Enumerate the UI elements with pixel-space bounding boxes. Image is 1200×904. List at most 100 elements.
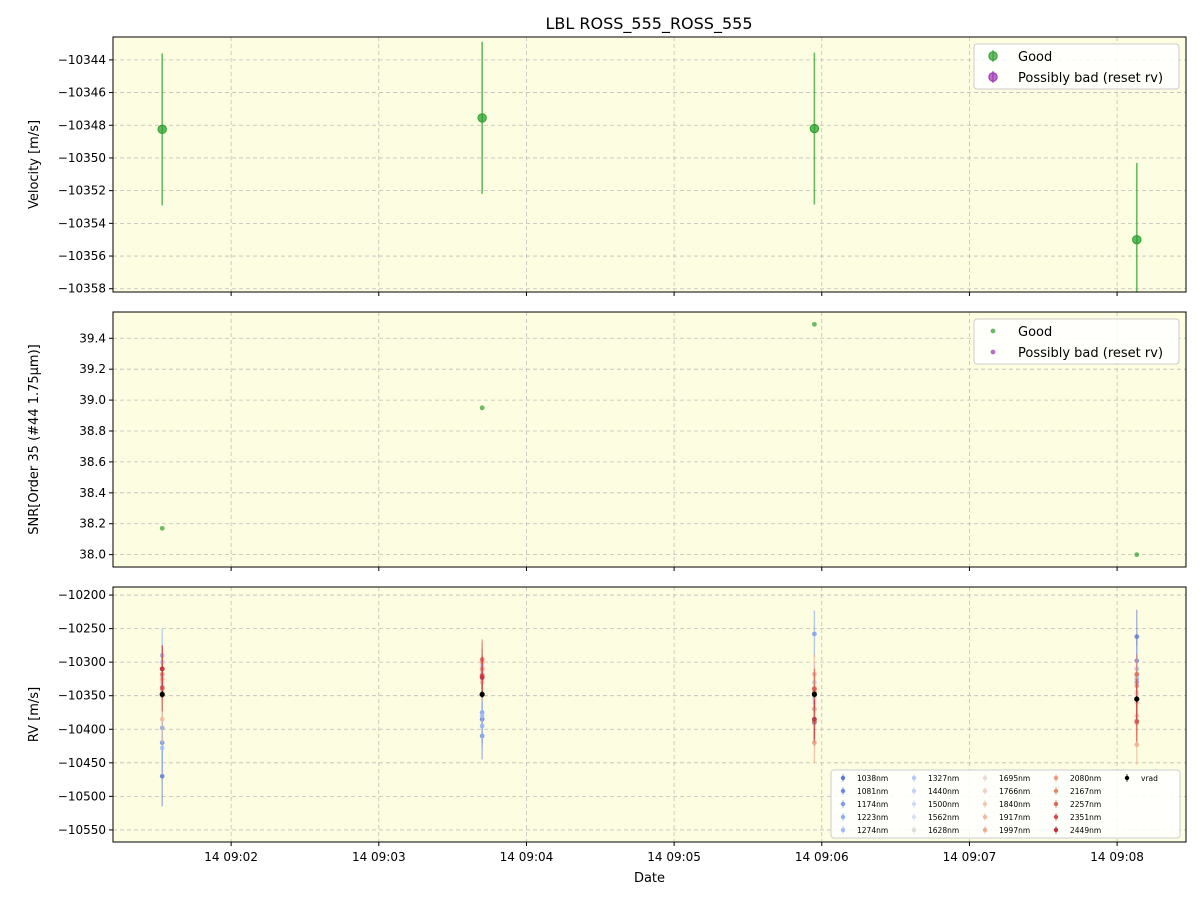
rv-point: [159, 666, 165, 672]
y-axis-label: SNR[Order 35 (#44 1.75μm)]: [27, 344, 42, 535]
legend-swatch: [840, 801, 846, 807]
y-tick-label: 38.8: [79, 424, 106, 438]
y-tick-label: −10550: [58, 823, 106, 837]
y-axis-label: RV [m/s]: [27, 687, 42, 742]
legend-swatch: [911, 814, 917, 820]
snr-point: [811, 321, 817, 327]
y-tick-label: −10400: [58, 722, 106, 736]
snr-point: [159, 525, 165, 531]
y-tick-label: −10350: [58, 151, 106, 165]
x-tick-label: 14 09:04: [500, 850, 554, 864]
legend-label: 1174nm: [857, 800, 888, 809]
legend-swatch: [1124, 775, 1130, 781]
legend-swatch: [840, 827, 846, 833]
legend-swatch: [840, 788, 846, 794]
legend-swatch: [1053, 827, 1059, 833]
legend-label: 1500nm: [928, 800, 959, 809]
y-tick-label: 38.2: [79, 517, 106, 531]
rv-panel: 14 09:02 14 09:03 14 09:04 14 09:05 14 09:06…: [27, 586, 1187, 886]
legend-swatch: [982, 827, 988, 833]
rv-point: [159, 691, 165, 697]
legend-label: 1840nm: [999, 800, 1030, 809]
x-axis-label: Date: [634, 871, 665, 886]
rv-point: [479, 675, 485, 680]
legend-swatch: [840, 775, 846, 781]
legend-label: 1562nm: [928, 813, 959, 822]
figure-title: LBL ROSS_555_ROSS_555: [545, 14, 752, 34]
x-tick-label: 14 09:02: [204, 850, 258, 864]
legend-swatch: [840, 814, 846, 820]
y-tick-label: 39.4: [79, 331, 106, 345]
rv-point: [811, 691, 817, 697]
y-tick-label: −10358: [58, 282, 106, 296]
x-tick-label: 14 09:08: [1090, 850, 1144, 864]
snr-point: [479, 405, 485, 411]
y-tick-label: 38.4: [79, 486, 106, 500]
y-tick-label: −10250: [58, 622, 106, 636]
legend-swatch: [911, 775, 917, 781]
legend-label: 1274nm: [857, 826, 888, 835]
rv-point: [811, 631, 817, 637]
y-tick-label: 38.6: [79, 455, 106, 469]
legend-swatch: [982, 788, 988, 794]
velocity-point: [1132, 234, 1142, 245]
legend-label: 1081nm: [857, 787, 888, 796]
y-tick-label: −10344: [58, 53, 106, 67]
y-tick-label: −10450: [58, 756, 106, 770]
legend-label: 1038nm: [857, 774, 888, 783]
snr-panel: 38.0 38.2 38.4 38.6 38.8 39.0 39.2 39.4 SNR[Orde…: [27, 311, 1187, 571]
y-tick-label: −10200: [58, 588, 106, 602]
legend-swatch: [990, 328, 996, 334]
snr-point: [1134, 552, 1140, 558]
legend-swatch: [911, 788, 917, 794]
y-tick-label: 38.0: [79, 548, 106, 562]
legend-swatch: [990, 349, 996, 355]
legend-swatch: [1053, 814, 1059, 820]
rv-point: [811, 716, 817, 722]
y-tick-label: −10350: [58, 689, 106, 703]
x-tick-label: 14 09:05: [647, 850, 701, 864]
velocity-point: [477, 113, 487, 123]
legend-label: Possibly bad (reset rv): [1018, 346, 1163, 361]
legend-label: 1327nm: [928, 774, 959, 783]
y-tick-label: −10346: [58, 86, 106, 100]
velocity-panel: −10344 −10346 −10348 −10350 −10352 −10354 −103…: [27, 36, 1187, 296]
legend-label: 2080nm: [1070, 774, 1101, 783]
legend-label: Good: [1018, 325, 1052, 340]
y-tick-label: −10356: [58, 249, 106, 263]
legend-swatch: [982, 801, 988, 807]
y-tick-label: 39.2: [79, 362, 106, 376]
legend-label: 1766nm: [999, 787, 1030, 796]
legend-label: 1440nm: [928, 787, 959, 796]
rv-point: [1134, 696, 1140, 702]
legend-label: 1628nm: [928, 826, 959, 835]
x-tick-label: 14 09:06: [795, 850, 849, 864]
y-tick-label: −10352: [58, 184, 106, 198]
legend-label: 1917nm: [999, 813, 1030, 822]
rv-point: [479, 691, 485, 697]
legend-label: 1997nm: [999, 826, 1030, 835]
y-axis-label: Velocity [m/s]: [27, 120, 42, 209]
x-tick-label: 14 09:03: [352, 850, 406, 864]
legend-swatch: [911, 827, 917, 833]
y-tick-label: −10500: [58, 789, 106, 803]
legend-label: 2449nm: [1070, 826, 1101, 835]
velocity-point: [157, 124, 167, 135]
legend-label: vrad: [1141, 774, 1158, 783]
legend-swatch: [988, 51, 998, 61]
rv-point: [811, 686, 817, 692]
velocity-point: [809, 123, 820, 134]
y-tick-label: 39.0: [79, 393, 106, 407]
legend-label: 2257nm: [1070, 800, 1101, 809]
legend-label: 1223nm: [857, 813, 888, 822]
rv-point: [159, 745, 165, 751]
rv-point: [159, 716, 165, 722]
rv-point: [1134, 718, 1140, 724]
legend-label: 2167nm: [1070, 787, 1101, 796]
y-tick-label: −10300: [58, 655, 106, 669]
legend-swatch: [982, 775, 988, 781]
y-tick-label: −10348: [58, 118, 106, 132]
rv-point: [1134, 742, 1140, 748]
legend-label: Good: [1018, 50, 1052, 65]
legend-swatch: [988, 72, 998, 82]
